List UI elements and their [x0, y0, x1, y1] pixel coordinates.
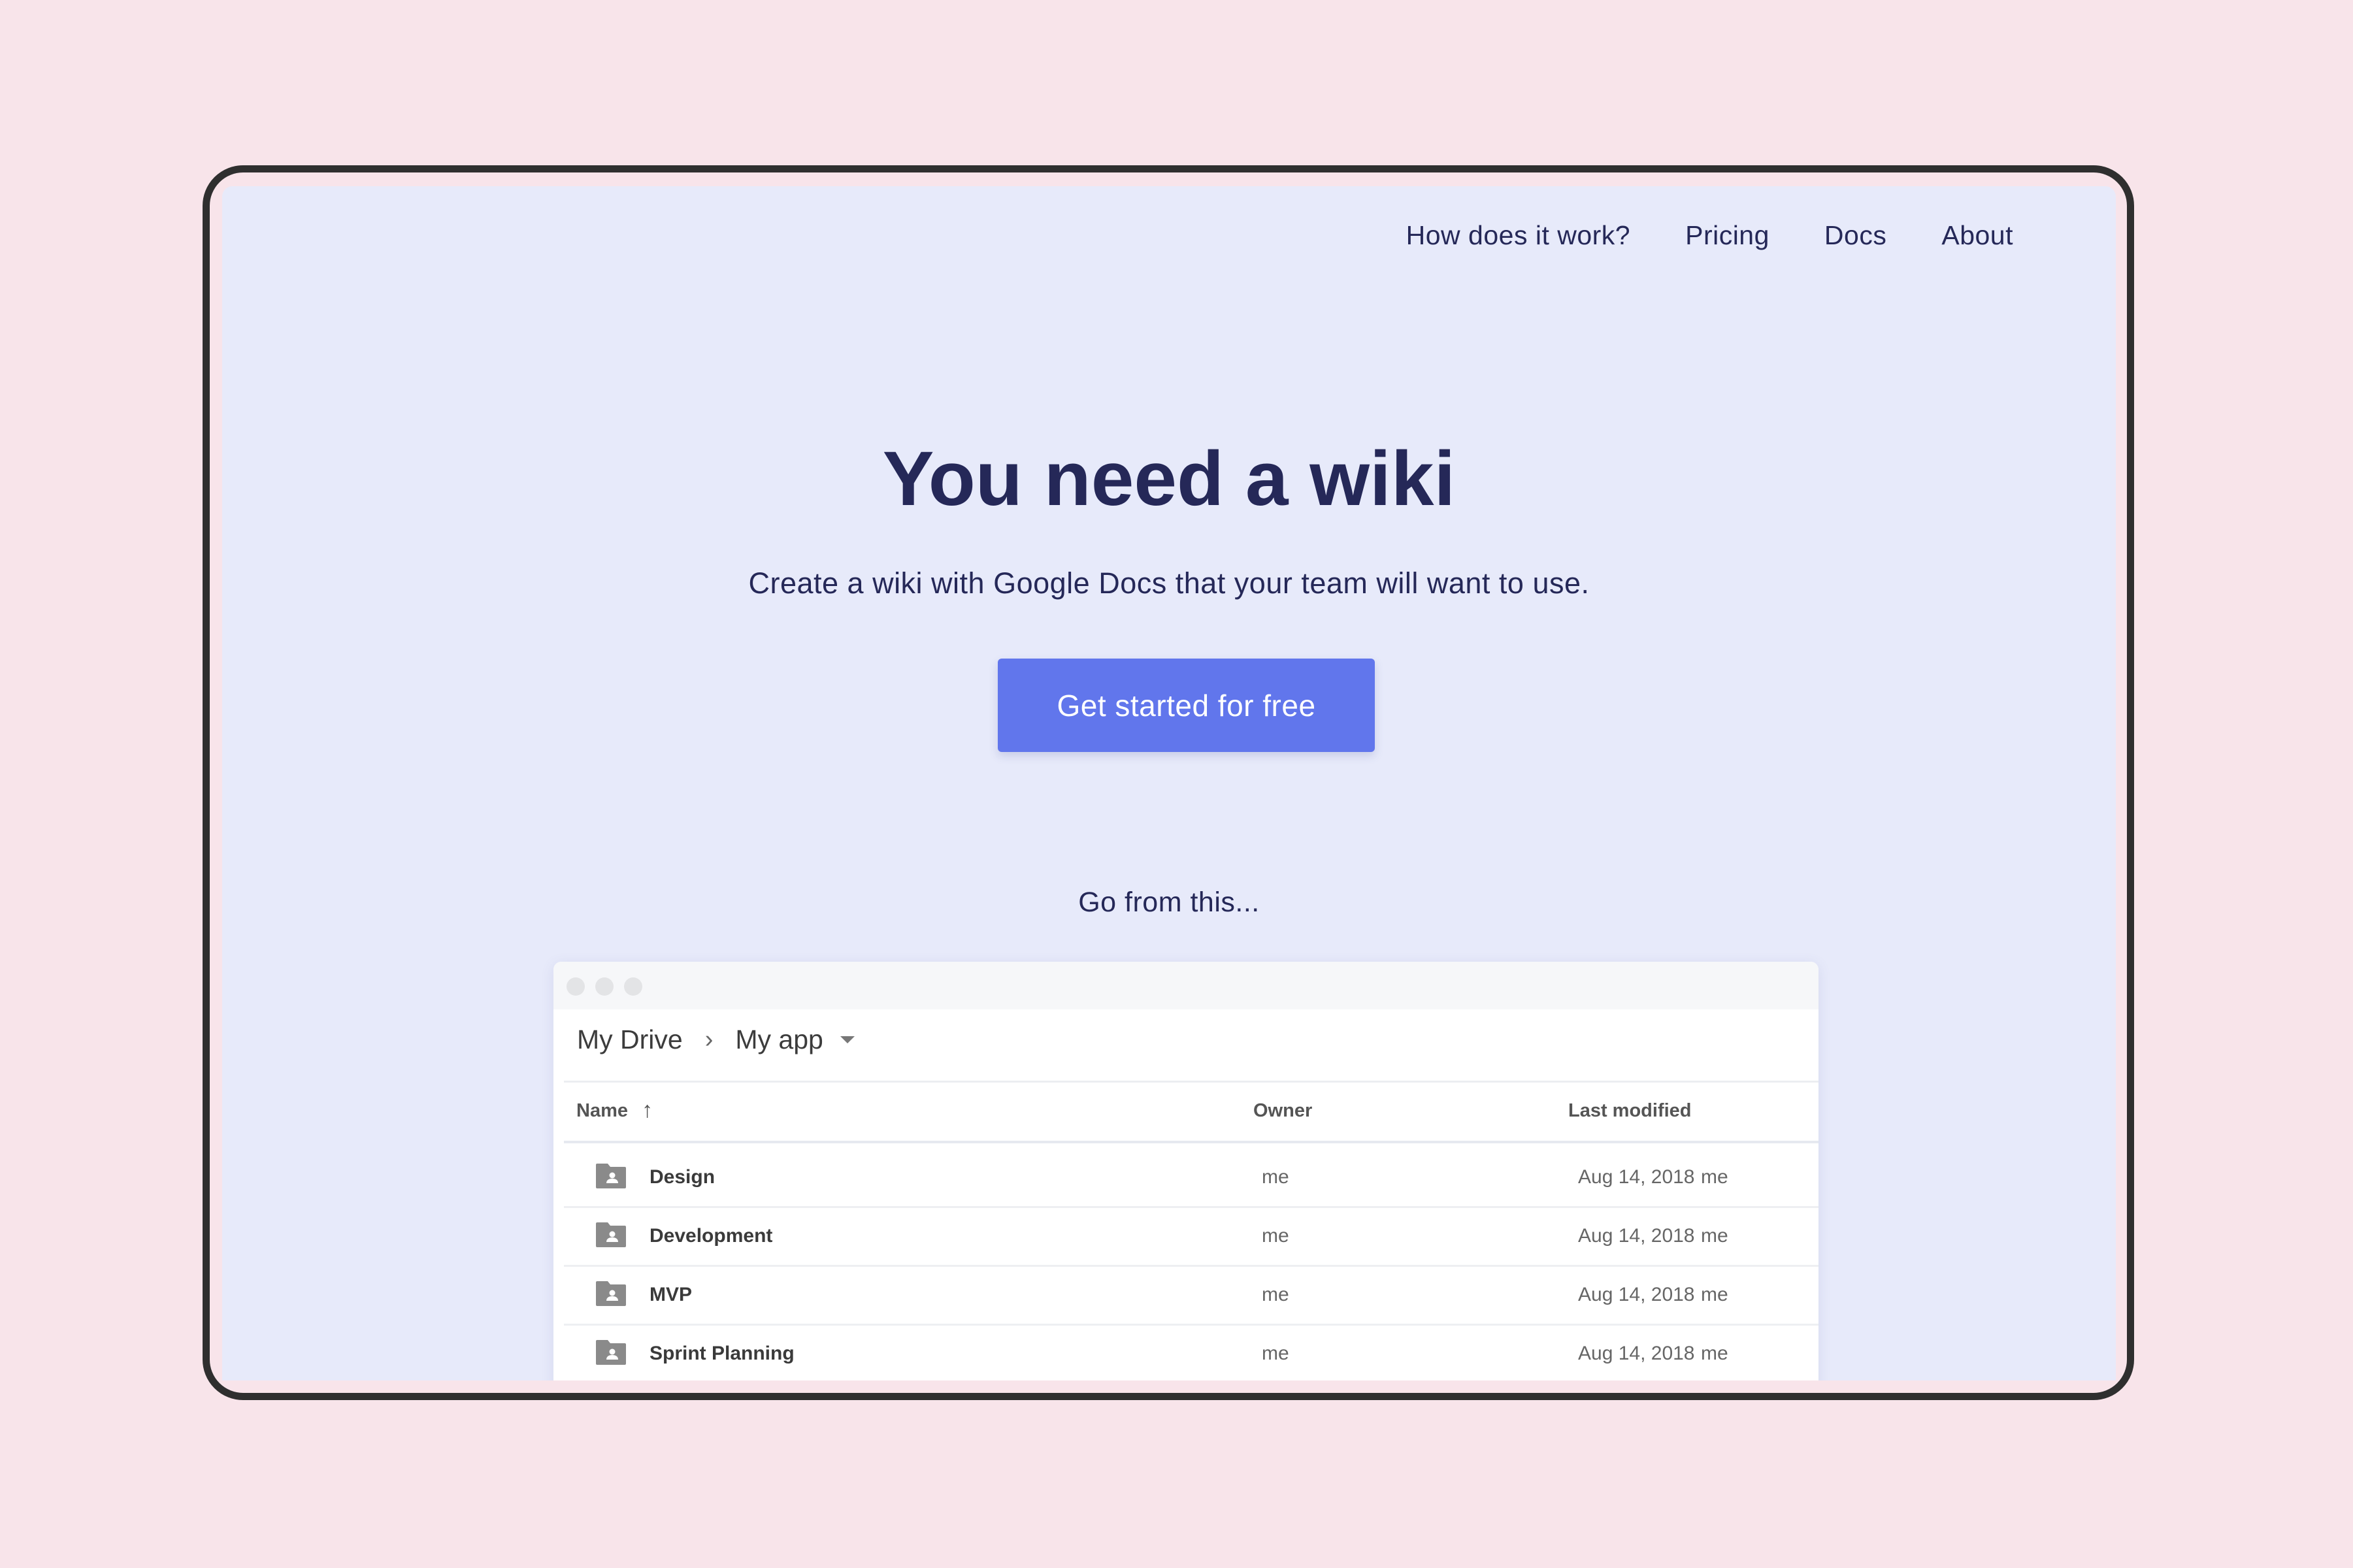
file-modified: Aug 14, 2018: [1578, 1225, 1695, 1247]
file-modified-by: me: [1701, 1284, 1728, 1305]
landing-page: How does it work? Pricing Docs About You…: [222, 186, 2116, 1380]
shared-folder-icon: [596, 1164, 626, 1188]
arrow-up-icon[interactable]: ↑: [642, 1098, 653, 1123]
breadcrumb-root[interactable]: My Drive: [577, 1024, 683, 1055]
nav-how-it-works[interactable]: How does it work?: [1406, 220, 1630, 251]
window-titlebar: [553, 962, 1818, 1009]
file-modified: Aug 14, 2018: [1578, 1343, 1695, 1364]
file-modified: Aug 14, 2018: [1578, 1166, 1695, 1188]
drive-window-preview: My Drive › My app Name ↑ Owner Last modi…: [553, 962, 1818, 1380]
table-header: Name ↑ Owner Last modified: [553, 1098, 1818, 1133]
file-name: Design: [650, 1166, 716, 1188]
window-dot-icon: [567, 977, 585, 996]
caret-down-icon[interactable]: [840, 1036, 855, 1043]
breadcrumb-current[interactable]: My app: [735, 1024, 823, 1055]
file-name: Sprint Planning: [650, 1343, 795, 1364]
chevron-right-icon: ›: [704, 1026, 714, 1053]
shared-folder-icon: [596, 1222, 626, 1247]
file-owner: me: [1262, 1225, 1289, 1247]
table-row[interactable]: Development me Aug 14, 2018 me: [564, 1207, 1818, 1267]
hero-title: You need a wiki: [882, 436, 1456, 522]
file-modified-by: me: [1701, 1343, 1728, 1364]
table-row[interactable]: Sprint Planning me Aug 14, 2018 me: [564, 1324, 1818, 1380]
shared-folder-icon: [596, 1281, 626, 1306]
column-owner[interactable]: Owner: [1253, 1100, 1312, 1122]
column-name[interactable]: Name: [576, 1100, 628, 1122]
file-owner: me: [1262, 1343, 1289, 1364]
table-row[interactable]: Design me Aug 14, 2018 me: [564, 1148, 1818, 1208]
top-nav: How does it work? Pricing Docs About: [1406, 220, 2013, 251]
nav-about[interactable]: About: [1941, 220, 2013, 251]
table-row[interactable]: MVP me Aug 14, 2018 me: [564, 1266, 1818, 1326]
column-last-modified[interactable]: Last modified: [1568, 1100, 1692, 1122]
nav-docs[interactable]: Docs: [1824, 220, 1886, 251]
file-modified-by: me: [1701, 1225, 1728, 1247]
file-owner: me: [1262, 1284, 1289, 1305]
window-dot-icon: [624, 977, 642, 996]
get-started-button[interactable]: Get started for free: [998, 659, 1375, 752]
shared-folder-icon: [596, 1340, 626, 1365]
divider: [564, 1081, 1818, 1083]
file-name: MVP: [650, 1284, 693, 1305]
file-modified-by: me: [1701, 1166, 1728, 1188]
window-dot-icon: [595, 977, 614, 996]
file-owner: me: [1262, 1166, 1289, 1188]
hero-subtitle: Create a wiki with Google Docs that your…: [748, 566, 1590, 600]
breadcrumb: My Drive › My app: [577, 1024, 855, 1055]
file-modified: Aug 14, 2018: [1578, 1284, 1695, 1305]
divider: [564, 1141, 1818, 1143]
nav-pricing[interactable]: Pricing: [1685, 220, 1769, 251]
go-from-label: Go from this...: [1078, 887, 1260, 918]
file-name: Development: [650, 1225, 773, 1247]
